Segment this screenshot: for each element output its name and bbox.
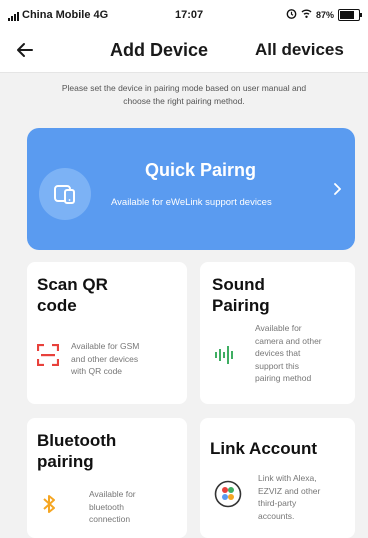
instructions-text: Please set the device in pairing mode ba…: [0, 82, 368, 108]
link-account-icon: [214, 480, 242, 513]
link-account-desc: Link with Alexa, EZVIZ and other third-p…: [258, 472, 354, 522]
alarm-icon: [286, 8, 297, 22]
link-account-desc-line-4: accounts.: [258, 510, 295, 521]
qr-scan-icon: [36, 343, 60, 371]
sound-pairing-desc-line-4: support this: [255, 360, 299, 371]
instructions-line-1: Please set the device in pairing mode ba…: [61, 83, 307, 93]
clock: 17:07: [175, 9, 204, 21]
wifi-icon: [301, 8, 312, 22]
quick-pairing-card[interactable]: Quick Pairng Available for eWeLink suppo…: [27, 128, 355, 250]
link-account-desc-line-3: third-party: [258, 498, 297, 508]
link-account-desc-line-1: Link with Alexa,: [258, 473, 317, 483]
bluetooth-icon: [41, 494, 57, 519]
link-account-card[interactable]: Link Account Link with Alexa, EZVIZ and …: [200, 418, 355, 538]
bluetooth-pairing-desc-line-1: Available for: [89, 489, 136, 499]
sound-wave-icon: [214, 346, 236, 369]
bluetooth-pairing-title: Bluetooth pairing: [37, 430, 116, 472]
scan-qr-title-line-1: Scan QR: [37, 275, 108, 294]
bluetooth-pairing-desc-line-3: connection: [89, 514, 131, 524]
instructions-line-2: choose the right pairing method.: [123, 96, 245, 106]
bluetooth-pairing-desc: Available for bluetooth connection: [89, 488, 183, 526]
sound-pairing-desc-line-5: pairing method: [255, 373, 312, 383]
scan-qr-desc-line-1: Available for GSM: [71, 341, 140, 351]
sound-pairing-title-line-2: Pairing: [212, 296, 270, 315]
scan-qr-desc: Available for GSM and other devices with…: [71, 340, 183, 378]
sound-pairing-title: Sound Pairing: [212, 274, 270, 316]
bluetooth-pairing-title-line-2: pairing: [37, 452, 94, 471]
scan-qr-title: Scan QR code: [37, 274, 108, 316]
nav-bar: Add Device All devices: [0, 30, 368, 73]
sound-pairing-desc: Available for camera and other devices t…: [255, 322, 351, 385]
link-account-title: Link Account: [210, 439, 318, 458]
status-right: 87%: [286, 8, 362, 22]
scan-qr-card[interactable]: Scan QR code Available for GSM and other…: [27, 262, 187, 404]
status-bar: China Mobile 4G 17:07 87%: [0, 0, 368, 30]
bluetooth-pairing-desc-line-2: bluetooth: [89, 501, 124, 512]
scan-qr-desc-line-3: with QR code: [71, 366, 123, 376]
battery-percent: 87%: [315, 10, 334, 20]
back-button[interactable]: [14, 39, 36, 61]
sound-pairing-card[interactable]: Sound Pairing Available for camera and o…: [200, 262, 355, 404]
scan-qr-desc-line-2: and other devices: [71, 353, 139, 364]
bluetooth-pairing-title-line-1: Bluetooth: [37, 431, 117, 450]
chevron-right-icon: [333, 182, 342, 198]
signal-icon: [8, 10, 20, 22]
sound-pairing-desc-line-3: devices that: [255, 348, 301, 358]
quick-pairing-desc: Available for eWeLink support devices: [111, 197, 272, 208]
page-title: Add Device: [110, 40, 209, 60]
all-devices-button[interactable]: All devices: [255, 40, 344, 60]
sound-pairing-desc-line-2: camera and other: [255, 335, 322, 346]
sound-pairing-title-line-1: Sound: [212, 275, 265, 294]
bluetooth-pairing-card[interactable]: Bluetooth pairing Available for bluetoot…: [27, 418, 187, 538]
arrow-left-icon: [17, 43, 33, 57]
scan-qr-title-line-2: code: [37, 296, 77, 315]
carrier-label: China Mobile 4G: [22, 9, 109, 21]
quick-pairing-title: Quick Pairng: [145, 160, 257, 180]
sound-pairing-desc-line-1: Available for: [255, 323, 302, 333]
battery-icon: [338, 9, 362, 21]
link-account-desc-line-2: EZVIZ and other: [258, 485, 321, 496]
phone-device-icon: [39, 168, 91, 220]
